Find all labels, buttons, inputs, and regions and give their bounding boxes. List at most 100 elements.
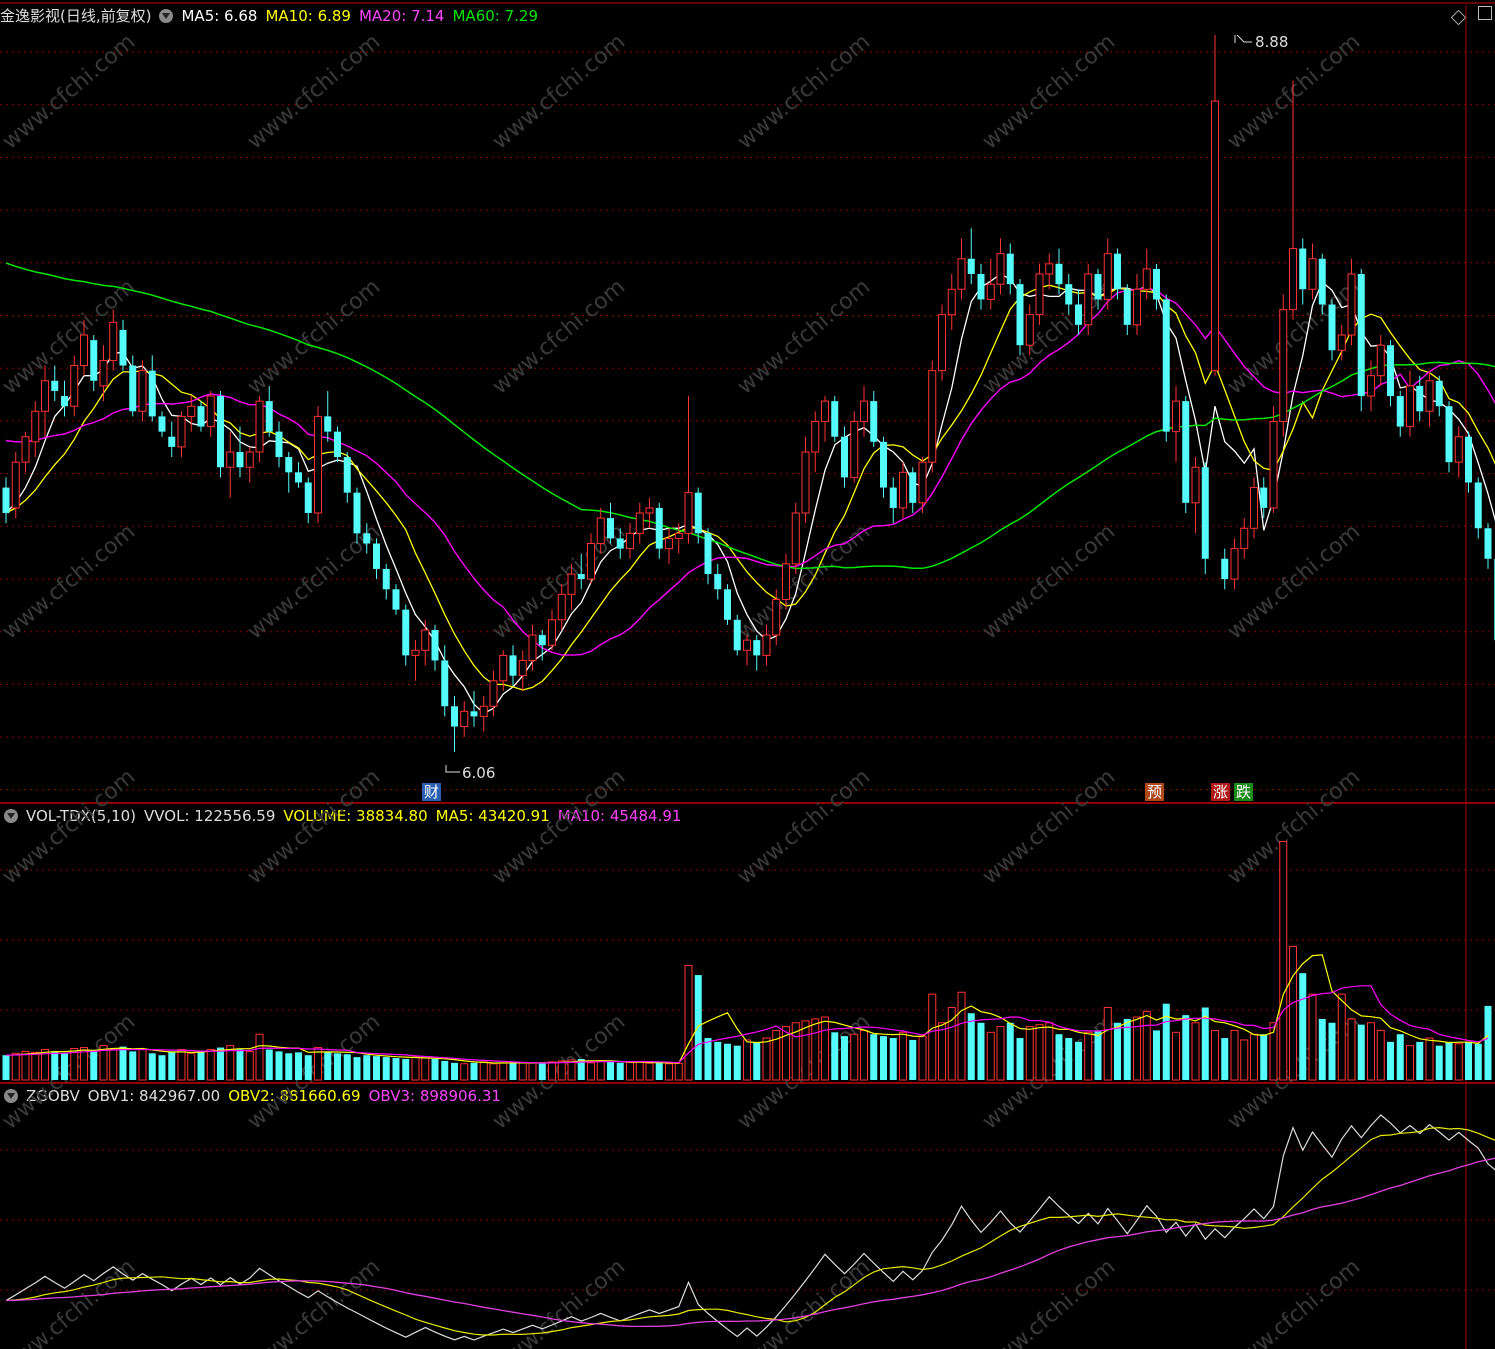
volume-bar <box>1191 1022 1200 1081</box>
volume-bar <box>90 1051 98 1080</box>
candle <box>70 355 79 417</box>
candle-body <box>245 451 254 468</box>
volume-bar <box>1484 1005 1492 1080</box>
candle-body <box>1328 304 1336 351</box>
limit-up-marker[interactable]: 涨 <box>1211 783 1231 801</box>
candle-body <box>1367 375 1375 397</box>
candle-body <box>1416 385 1424 412</box>
candle <box>1016 279 1024 356</box>
volume-bar <box>1337 993 1346 1081</box>
volume-bar <box>373 1056 380 1080</box>
candle-body <box>1240 527 1249 550</box>
volume-bar <box>665 1063 673 1081</box>
candle <box>460 701 469 737</box>
candle-body <box>567 573 576 595</box>
candle <box>1347 258 1356 346</box>
volume-bar <box>1367 1022 1375 1081</box>
candle <box>217 390 224 478</box>
candle <box>148 355 156 422</box>
candle-body <box>1025 314 1034 346</box>
candle <box>245 446 254 483</box>
volume-bar <box>977 1022 985 1080</box>
candle-body <box>1172 400 1180 433</box>
candle-body <box>821 400 829 422</box>
candle-body <box>99 359 108 387</box>
candle-body <box>1269 420 1278 509</box>
candle-body <box>1114 253 1121 290</box>
candle-body <box>616 538 624 549</box>
candle <box>1425 370 1434 427</box>
candle <box>2 477 10 524</box>
limit-down-marker[interactable]: 跌 <box>1234 783 1254 801</box>
candle-body <box>499 654 508 682</box>
watermark-text: www.cfchi.com <box>1223 1254 1365 1349</box>
volume-bar <box>1035 1024 1044 1081</box>
volume-bar <box>587 1062 595 1081</box>
candle-body <box>304 482 312 513</box>
candle-body <box>265 401 273 432</box>
finance-report-marker[interactable]: 财 <box>422 783 442 801</box>
volume-bar <box>528 1062 537 1081</box>
candle <box>714 563 722 600</box>
candle-body <box>1465 436 1472 483</box>
candle-body <box>1016 284 1024 346</box>
candle <box>1123 284 1131 336</box>
candle-body <box>1182 401 1190 503</box>
candle-body <box>557 593 566 621</box>
volume-bar <box>986 1031 995 1081</box>
stock-chart[interactable]: www.cfchi.com www.cfchi.com www.cfchi.com w… <box>0 0 1495 1349</box>
candle-body <box>295 472 302 483</box>
volume-bar <box>674 1062 683 1081</box>
candle-body <box>1396 396 1404 427</box>
volume-bar <box>1045 1022 1054 1081</box>
candle-body <box>168 436 176 447</box>
candle <box>343 451 351 503</box>
candle <box>831 396 839 442</box>
candle <box>324 390 332 442</box>
watermark-text: www.cfchi.com <box>0 1254 140 1349</box>
candle-body <box>285 457 293 473</box>
volume-bar <box>129 1051 137 1080</box>
volume-bar <box>148 1053 156 1080</box>
candle <box>1279 294 1288 437</box>
candle-body <box>460 710 469 728</box>
candle-body <box>148 370 156 417</box>
candle-body <box>850 420 859 478</box>
candle-body <box>665 537 673 550</box>
candle-body <box>607 518 614 539</box>
candle <box>99 345 108 402</box>
candle-body <box>70 365 79 407</box>
volume-bar <box>1445 1041 1453 1080</box>
candle <box>753 635 761 671</box>
volume-bar <box>1357 1024 1365 1080</box>
volume-bar <box>821 1016 829 1081</box>
candle-body <box>791 512 800 565</box>
volume-bar <box>343 1054 351 1080</box>
volume-bar <box>1055 1034 1063 1080</box>
candle <box>870 390 878 447</box>
candle <box>479 696 488 732</box>
candle-body <box>314 415 322 514</box>
candle-body <box>1142 268 1151 290</box>
volume-bar <box>850 1033 859 1081</box>
volume-bar <box>1308 993 1317 1081</box>
volume-bar <box>479 1061 488 1081</box>
volume-bar <box>1376 1029 1385 1081</box>
candle <box>421 619 430 666</box>
candle-body <box>1084 273 1093 326</box>
candle <box>1484 523 1492 569</box>
candle-body <box>938 314 946 372</box>
candle-body <box>1357 274 1365 397</box>
watermark-text: www.cfchi.com <box>733 1254 875 1349</box>
volume-bar <box>1221 1038 1229 1080</box>
volume-bar <box>733 1045 741 1080</box>
candle-body <box>11 461 20 509</box>
candle <box>548 609 556 651</box>
forecast-marker[interactable]: 预 <box>1145 783 1165 801</box>
volume-bar <box>1425 1037 1434 1081</box>
candle <box>724 584 731 625</box>
candle-body <box>1221 558 1229 580</box>
watermark-text: www.cfchi.com <box>0 29 140 154</box>
candle <box>1299 238 1307 305</box>
candle <box>1328 299 1336 361</box>
